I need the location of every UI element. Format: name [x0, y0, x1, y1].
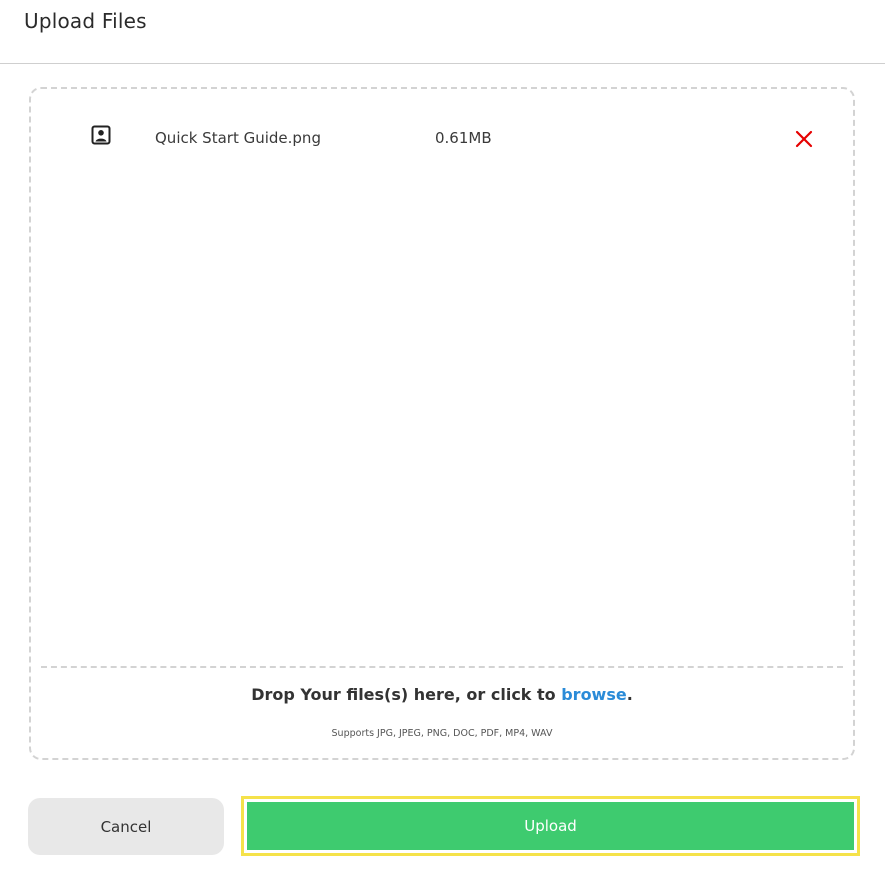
dropzone-divider — [41, 666, 843, 668]
file-dropzone[interactable]: Quick Start Guide.png 0.61MB Drop Your f… — [29, 87, 855, 760]
remove-file-button[interactable] — [793, 128, 815, 150]
drop-instructions: Drop Your files(s) here, or click to bro… — [31, 685, 853, 704]
file-size: 0.61MB — [435, 129, 492, 147]
portrait-image-icon — [90, 124, 112, 146]
close-icon — [795, 130, 813, 148]
dialog-header: Upload Files — [0, 0, 885, 64]
drop-prompt: Drop Your files(s) here, or click to — [251, 685, 562, 704]
cancel-button[interactable]: Cancel — [28, 798, 224, 855]
drop-period: . — [626, 685, 633, 704]
file-name: Quick Start Guide.png — [155, 129, 321, 147]
dialog-title: Upload Files — [24, 9, 147, 33]
browse-link[interactable]: browse — [561, 685, 627, 704]
file-list-item: Quick Start Guide.png 0.61MB — [31, 119, 853, 155]
upload-button[interactable]: Upload — [247, 802, 854, 850]
supported-formats: Supports JPG, JPEG, PNG, DOC, PDF, MP4, … — [331, 728, 553, 739]
upload-button-focus-outline: Upload — [241, 796, 860, 856]
